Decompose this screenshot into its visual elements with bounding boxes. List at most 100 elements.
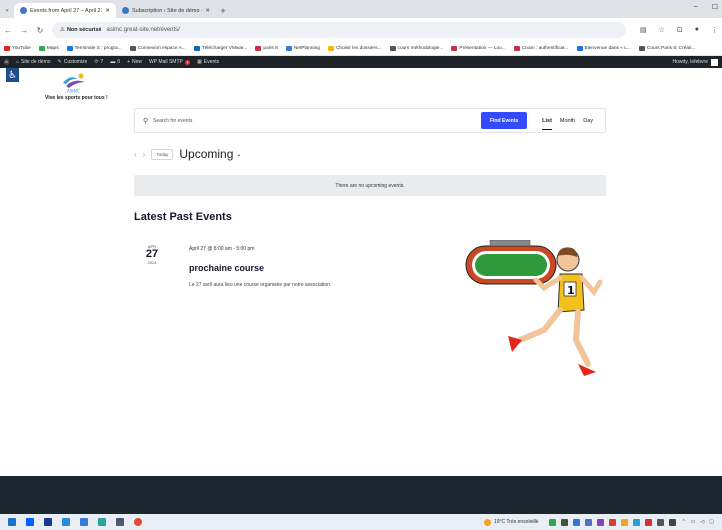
find-events-button[interactable]: Find Events (481, 112, 528, 129)
previous-arrow-icon[interactable]: ‹ (134, 150, 137, 159)
view-list[interactable]: List (542, 109, 552, 132)
tray-icon[interactable] (657, 518, 665, 526)
tab-title: Events from April 27 – April 27 (30, 7, 103, 14)
bookmark-item[interactable]: cours méthodologie... (389, 46, 443, 51)
tray-icon[interactable] (585, 518, 593, 526)
admin-new-link[interactable]: + New (127, 59, 142, 65)
latest-past-events-heading: Latest Past Events (134, 211, 232, 223)
event-year: 2024 (147, 260, 157, 265)
network-icon[interactable]: ▭ (691, 519, 696, 525)
minimize-icon[interactable]: – (694, 3, 698, 11)
close-tab-icon[interactable]: ✕ (205, 8, 210, 14)
date-range-picker[interactable]: Upcoming ⌄ (179, 147, 241, 161)
admin-events-link[interactable]: ▦ Events (197, 59, 219, 65)
admin-updates-link[interactable]: ⟳ 7 (94, 59, 103, 65)
tab-search-icon[interactable]: ⌄ (0, 0, 14, 18)
avatar (711, 58, 718, 66)
sun-icon (483, 518, 491, 526)
admin-comments-link[interactable]: ▬ 0 (110, 59, 120, 65)
bookmark-icon (66, 46, 73, 51)
tray-icon[interactable] (597, 518, 605, 526)
back-icon[interactable]: ← (4, 26, 12, 35)
os-taskbar: 19°C Très ensoleillé ⌃ ▭ ◁ ▢ (0, 514, 722, 530)
dropbox-icon[interactable] (26, 518, 34, 526)
extensions-icon[interactable]: ⊡ (677, 26, 683, 34)
bookmark-item[interactable]: Télécharger VMwar... (193, 46, 247, 51)
logo-text: ASIMC (67, 89, 80, 94)
admin-customize-link[interactable]: ✎ Customize (58, 59, 88, 65)
new-tab-button[interactable]: + (216, 3, 230, 18)
bookmark-item[interactable]: Connexion espace A... (129, 46, 186, 51)
bookmark-icon (129, 46, 136, 51)
tray-icon[interactable] (669, 518, 677, 526)
admin-site-link[interactable]: ⌂ Site de démo (16, 59, 51, 65)
tab-events[interactable]: Events from April 27 – April 27 ✕ (14, 3, 116, 18)
mail-icon[interactable] (80, 518, 88, 526)
bookmark-item[interactable]: Cours Paris 8: Créati... (638, 46, 695, 51)
tray-icon[interactable] (561, 518, 569, 526)
site-logo[interactable]: ASIMC (58, 72, 90, 94)
bookmark-icon (193, 46, 200, 51)
brush-icon: ✎ (57, 59, 62, 65)
next-arrow-icon[interactable]: › (143, 150, 146, 159)
bookmark-item[interactable]: Terminale S : progra... (66, 46, 122, 51)
tray-icon[interactable] (621, 518, 629, 526)
admin-account-menu[interactable]: Howdy, lefebvre (673, 58, 718, 66)
edge-icon[interactable] (98, 518, 106, 526)
tray-icon[interactable] (609, 518, 617, 526)
bookmark-item[interactable]: Bienvenue dans « L... (576, 46, 631, 51)
volume-icon[interactable]: ◁ (700, 519, 704, 525)
notification-icon[interactable]: ▢ (709, 519, 714, 525)
app-icon[interactable] (116, 518, 124, 526)
translate-icon[interactable]: ▤ (640, 26, 647, 34)
app-icon[interactable] (44, 518, 52, 526)
event-featured-image[interactable]: 1 (460, 240, 610, 390)
plus-icon: + (127, 59, 131, 65)
bookmark-item[interactable]: Maps (38, 46, 59, 51)
url-field[interactable]: ⚠ Non sécurisé asimc.great-site.net/even… (52, 22, 626, 38)
wordpress-favicon-icon (122, 7, 129, 14)
explorer-icon[interactable] (62, 518, 70, 526)
bookmark-item[interactable]: Choisir les dossiers... (327, 46, 382, 51)
security-label: Non sécurisé (66, 27, 102, 33)
bookmark-item[interactable]: Cnam : authentificat... (513, 46, 569, 51)
tray-icon[interactable] (573, 518, 581, 526)
bookmark-icon (327, 46, 334, 51)
comment-icon: ▬ (110, 59, 116, 65)
security-warning[interactable]: ⚠ Non sécurisé (60, 27, 101, 33)
accessibility-icon[interactable]: ♿ (6, 68, 19, 82)
bookmark-star-icon[interactable]: ☆ (659, 26, 665, 34)
tray-icon[interactable] (645, 518, 653, 526)
reload-icon[interactable]: ↻ (36, 26, 44, 35)
event-title-link[interactable]: prochaine course (189, 263, 264, 273)
tray-icon[interactable] (633, 518, 641, 526)
bookmark-item[interactable]: Présentation — Loo... (451, 46, 506, 51)
admin-smtp-link[interactable]: WP Mail SMTP! (149, 59, 191, 65)
bookmark-icon (451, 46, 458, 51)
bookmark-item[interactable]: NetPlanning (285, 46, 320, 51)
weather-widget[interactable]: 19°C Très ensoleillé (483, 518, 538, 526)
browser-menu-icon[interactable]: ⋮ (711, 26, 718, 34)
event-date-tag: APR 27 2024 (140, 244, 164, 265)
wp-admin-bar: Ⓦ ⌂ Site de démo ✎ Customize ⟳ 7 ▬ 0 + New WP… (0, 56, 722, 68)
home-icon: ⌂ (16, 59, 20, 65)
today-button[interactable]: Today (151, 148, 174, 160)
wp-logo-icon[interactable]: Ⓦ (4, 59, 9, 66)
bookmark-icon (389, 46, 396, 51)
bookmark-item[interactable]: paris 8 (255, 46, 278, 51)
tray-icon[interactable] (549, 518, 557, 526)
tab-subscription[interactable]: Subscription ‹ Site de démo — ✕ (116, 3, 216, 18)
chevron-up-icon[interactable]: ⌃ (681, 519, 685, 525)
event-search-input[interactable]: Search for events (153, 118, 476, 124)
profile-icon[interactable]: ● (695, 26, 699, 34)
smtp-alert-badge: ! (184, 59, 191, 65)
search-icon: ⚲ (143, 117, 149, 125)
start-icon[interactable] (8, 518, 16, 526)
bookmark-item[interactable]: YouTube (4, 46, 31, 51)
view-day[interactable]: Day (583, 109, 593, 132)
view-month[interactable]: Month (560, 109, 575, 132)
close-tab-icon[interactable]: ✕ (105, 8, 110, 14)
maximize-icon[interactable]: ☐ (712, 3, 718, 11)
forward-icon[interactable]: → (20, 26, 28, 35)
chrome-icon[interactable] (134, 518, 142, 526)
